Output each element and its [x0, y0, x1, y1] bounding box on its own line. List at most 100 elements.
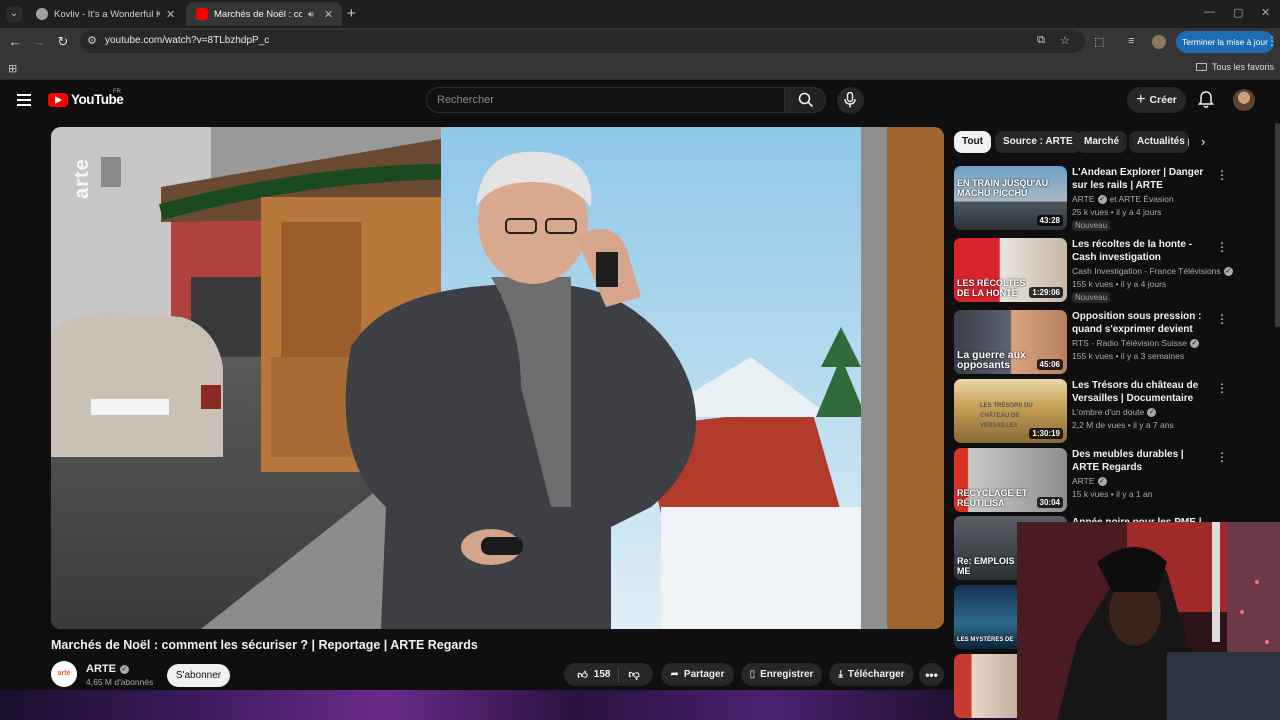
- create-label: Créer: [1149, 94, 1177, 106]
- new-badge: Nouveau: [1072, 220, 1111, 231]
- video-thumbnail[interactable]: La guerre aux opposants 45:06: [954, 310, 1067, 374]
- youtube-logo[interactable]: YouTube: [48, 92, 124, 107]
- duration-badge: 1:29:06: [1029, 287, 1063, 298]
- reading-list-icon[interactable]: ≡: [1128, 35, 1134, 47]
- recommendation-item[interactable]: LES TRÉSORS DU CHÂTEAU DE VERSAILLES 1:3…: [954, 379, 1228, 445]
- close-tab-icon[interactable]: ✕: [324, 8, 334, 21]
- search-input[interactable]: Rechercher: [426, 87, 784, 113]
- share-button[interactable]: ➦ Partager: [661, 663, 734, 686]
- recommendation-title: Opposition sous pression : quand s'expri…: [1072, 311, 1202, 335]
- browser-menu-icon[interactable]: ⋮: [1266, 34, 1278, 48]
- recommendation-channel: ARTE ✓: [1072, 476, 1107, 486]
- create-button[interactable]: + Créer: [1127, 87, 1186, 113]
- filter-chips: Tout Source : ARTE Marché Actualités p: [954, 131, 1224, 153]
- more-actions-button[interactable]: •••: [919, 663, 944, 686]
- recommendation-item[interactable]: RECYCLAGE ET RÉUTILISA 30:04 Des meubles…: [954, 448, 1228, 514]
- browser-toolbar: ← → ↻ ⚙︎ youtube.com/watch?v=8TLbzhdpP_c…: [0, 28, 1280, 56]
- recommendation-meta: 15 k vues • il y a 1 an: [1072, 489, 1153, 499]
- recommendation-title: Des meubles durables | ARTE Regards: [1072, 449, 1184, 473]
- video-thumbnail[interactable]: RECYCLAGE ET RÉUTILISA 30:04: [954, 448, 1067, 512]
- bookmark-star-icon[interactable]: ☆: [1060, 34, 1070, 47]
- chip-source-arte[interactable]: Source : ARTE: [995, 131, 1081, 153]
- folder-icon: [1195, 63, 1207, 71]
- close-tab-icon[interactable]: ✕: [166, 8, 176, 21]
- tab-search-button[interactable]: ⌄: [6, 6, 22, 22]
- video-thumbnail[interactable]: LES RÉCOLTES DE LA HONTE 1:29:06: [954, 238, 1067, 302]
- recommendation-channel: L'ombre d'un doute ✓: [1072, 407, 1157, 417]
- kebab-menu-icon[interactable]: ⋮: [1216, 240, 1228, 254]
- kebab-menu-icon[interactable]: ⋮: [1216, 450, 1228, 464]
- ellipsis-icon: •••: [925, 667, 938, 682]
- subscribe-button[interactable]: S'abonner: [167, 664, 230, 687]
- reload-icon[interactable]: ↻: [55, 34, 71, 50]
- notifications-bell-icon[interactable]: [1198, 91, 1214, 109]
- url-text: youtube.com/watch?v=8TLbzhdpP_c: [105, 35, 270, 46]
- video-thumbnail[interactable]: EN TRAIN JUSQU'AU MACHU PICCHU 43:28: [954, 166, 1067, 230]
- recommendation-title: L'Andean Explorer | Danger sur les rails…: [1072, 167, 1204, 191]
- chip-actualites[interactable]: Actualités p: [1129, 131, 1189, 153]
- menu-icon[interactable]: [17, 94, 31, 109]
- back-icon[interactable]: ←: [7, 34, 23, 49]
- video-player[interactable]: arte: [51, 127, 944, 629]
- channel-name-link[interactable]: ARTE ✓: [86, 663, 129, 675]
- dislike-button[interactable]: 👎︎: [624, 668, 639, 681]
- recommendation-title: Les Trésors du château de Versailles | D…: [1072, 380, 1199, 404]
- arte-watermark: arte: [71, 158, 93, 199]
- like-button[interactable]: 👍︎ 158: [577, 667, 620, 682]
- browser-tab-kovliv[interactable]: Kovliv - It's a Wonderful Knife ( ✕: [26, 2, 184, 26]
- all-bookmarks-button[interactable]: Tous les favoris: [1195, 62, 1274, 72]
- page-scrollbar[interactable]: [1275, 123, 1280, 327]
- thumbs-up-icon: 👍︎: [577, 669, 588, 681]
- chevron-right-icon[interactable]: ›: [1201, 134, 1205, 149]
- extensions-icon[interactable]: ⬚: [1094, 35, 1104, 48]
- screen: { "browser": { "tabs": [ {"title": "Kovl…: [0, 0, 1280, 720]
- duration-badge: 43:28: [1036, 215, 1063, 226]
- recommendation-item[interactable]: EN TRAIN JUSQU'AU MACHU PICCHU 43:28 L'A…: [954, 166, 1228, 232]
- minimize-icon[interactable]: —: [1204, 6, 1215, 18]
- channel-name: L'ombre d'un doute: [1072, 407, 1145, 417]
- browser-tab-strip: ⌄ Kovliv - It's a Wonderful Knife ( ✕ Ma…: [0, 0, 1280, 28]
- webcam-image: [1017, 522, 1280, 720]
- recommendation-meta: 25 k vues • il y a 4 jours: [1072, 207, 1162, 217]
- chip-marche[interactable]: Marché: [1076, 131, 1128, 153]
- verified-check-icon: ✓: [1223, 266, 1233, 276]
- install-app-icon[interactable]: ⧉: [1037, 34, 1045, 47]
- thumbnail-caption: La guerre aux opposants: [957, 349, 1026, 371]
- youtube-favicon-icon: [196, 8, 208, 20]
- recommendation-meta: 155 k vues • il y a 3 semaines: [1072, 351, 1185, 361]
- channel-avatar[interactable]: arte: [51, 661, 77, 687]
- recommendation-item[interactable]: La guerre aux opposants 45:06 Opposition…: [954, 310, 1228, 376]
- save-button[interactable]: ▯ Enregistrer: [741, 663, 822, 686]
- download-icon: ⤓: [838, 669, 843, 680]
- voice-search-button[interactable]: [837, 87, 864, 114]
- new-tab-button[interactable]: +: [347, 5, 356, 22]
- site-info-icon[interactable]: ⚙︎: [87, 34, 101, 48]
- download-button[interactable]: ⤓ Télécharger: [829, 663, 914, 686]
- profile-avatar[interactable]: [1152, 35, 1166, 49]
- forward-icon[interactable]: →: [31, 34, 47, 49]
- plus-icon: +: [1136, 91, 1146, 108]
- video-thumbnail[interactable]: LES TRÉSORS DU CHÂTEAU DE VERSAILLES 1:3…: [954, 379, 1067, 443]
- kebab-menu-icon[interactable]: ⋮: [1216, 312, 1228, 326]
- update-button[interactable]: Terminer la mise à jour: [1176, 31, 1274, 53]
- thumbnail-caption: LES TRÉSORS DU CHÂTEAU DE VERSAILLES: [980, 403, 1033, 429]
- close-window-icon[interactable]: ✕: [1261, 6, 1270, 19]
- kebab-menu-icon[interactable]: ⋮: [1216, 381, 1228, 395]
- thumbnail-caption: LES MYSTÈRES DE: [957, 637, 1014, 643]
- recommendation-meta: 2,2 M de vues • il y a 7 ans: [1072, 420, 1174, 430]
- recommendation-item[interactable]: LES RÉCOLTES DE LA HONTE 1:29:06 Les réc…: [954, 238, 1233, 304]
- thumbnail-caption: EN TRAIN JUSQU'AU MACHU PICCHU: [957, 178, 1049, 198]
- microphone-icon: [844, 92, 856, 108]
- search-button[interactable]: [784, 87, 826, 113]
- speaker-icon[interactable]: 🔊︎: [308, 9, 318, 20]
- kebab-menu-icon[interactable]: ⋮: [1216, 168, 1228, 182]
- address-bar[interactable]: ⚙︎ youtube.com/watch?v=8TLbzhdpP_c ⧉ ☆: [80, 30, 1085, 53]
- subscriber-count: 4,65 M d'abonnés: [86, 677, 154, 687]
- apps-grid-icon[interactable]: ⊞: [8, 62, 17, 75]
- share-arrow-icon: ➦: [670, 669, 679, 680]
- verified-check-icon: ✓: [1189, 338, 1199, 348]
- chip-all[interactable]: Tout: [954, 131, 991, 153]
- account-avatar[interactable]: [1233, 89, 1255, 111]
- browser-tab-youtube[interactable]: Marchés de Noël : commen 🔊︎ ✕: [186, 2, 342, 26]
- maximize-icon[interactable]: ▢: [1233, 6, 1243, 19]
